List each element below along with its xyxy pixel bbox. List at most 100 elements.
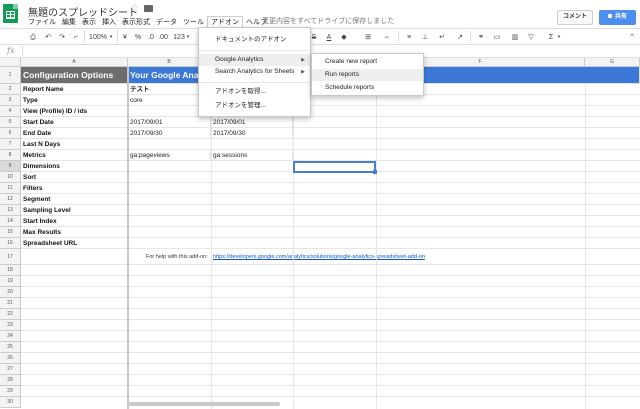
filter-icon[interactable]: ▽ xyxy=(526,32,536,43)
menu-insert[interactable]: 挿入 xyxy=(99,17,119,27)
menu-format[interactable]: 表示形式 xyxy=(119,17,153,27)
toolbar-divider xyxy=(117,31,118,43)
selected-cell-d9[interactable] xyxy=(293,161,377,174)
star-icon[interactable]: ☆ xyxy=(130,3,139,14)
undo-icon[interactable]: ↶ xyxy=(43,32,53,43)
paint-format-icon[interactable]: ⌐ xyxy=(71,32,81,43)
increase-decimal-button[interactable]: .00 xyxy=(157,32,169,43)
row-header[interactable]: 3 xyxy=(0,95,21,106)
comments-button[interactable]: コメント xyxy=(557,10,593,25)
row-header[interactable]: 9 xyxy=(0,161,21,172)
row-header[interactable]: 4 xyxy=(0,106,21,117)
column-header-a[interactable]: A xyxy=(21,58,128,67)
row-header[interactable]: 11 xyxy=(0,183,21,194)
sheets-logo-icon[interactable] xyxy=(3,4,18,23)
redo-icon[interactable]: ↷ xyxy=(57,32,67,43)
functions-icon[interactable]: Σ xyxy=(546,32,556,43)
row-header[interactable]: 29 xyxy=(0,386,21,397)
row-header[interactable]: 2 xyxy=(0,84,21,95)
menu-item-get-addons[interactable]: アドオンを取得... xyxy=(199,86,310,98)
borders-icon[interactable]: ⊞ xyxy=(363,32,373,43)
gridlines xyxy=(21,84,640,409)
row-header[interactable]: 19 xyxy=(0,276,21,287)
menu-item-search-analytics[interactable]: Search Analytics for Sheets ▶ xyxy=(199,66,310,78)
row-header[interactable]: 23 xyxy=(0,320,21,331)
row-header[interactable]: 26 xyxy=(0,353,21,364)
row-header[interactable]: 18 xyxy=(0,265,21,276)
decrease-decimal-button[interactable]: .0 xyxy=(146,32,156,43)
menu-item-manage-addons[interactable]: アドオンを管理... xyxy=(199,100,310,112)
row-header[interactable]: 16 xyxy=(0,238,21,249)
menu-item-schedule-reports[interactable]: Schedule reports xyxy=(312,82,423,94)
chevron-down-icon[interactable]: ▾ xyxy=(185,32,191,43)
text-wrap-icon[interactable]: ↵ xyxy=(437,32,447,43)
horizontal-scrollbar[interactable] xyxy=(127,402,280,406)
row-header[interactable]: 5 xyxy=(0,117,21,128)
menu-item-create-new-report[interactable]: Create new report xyxy=(312,56,423,68)
chevron-down-icon[interactable]: ▾ xyxy=(556,32,562,43)
merge-cells-icon[interactable]: ⇔ xyxy=(382,32,392,43)
insert-comment-icon[interactable]: ▭ xyxy=(492,32,502,43)
row-header[interactable]: 14 xyxy=(0,216,21,227)
row-header[interactable]: 28 xyxy=(0,375,21,386)
zoom-select[interactable]: 100% xyxy=(88,32,108,43)
percent-button[interactable]: % xyxy=(134,32,142,43)
menu-item-run-reports[interactable]: Run reports xyxy=(312,69,423,81)
menu-tools[interactable]: ツール xyxy=(180,17,207,27)
horizontal-align-icon[interactable]: ≡ xyxy=(404,32,414,43)
more-formats-button[interactable]: 123 xyxy=(172,32,186,43)
strikethrough-button[interactable]: S xyxy=(310,32,318,43)
row-header[interactable]: 17 xyxy=(0,249,21,265)
row-header[interactable]: 8 xyxy=(0,150,21,161)
row-header[interactable]: 21 xyxy=(0,298,21,309)
row-header[interactable]: 24 xyxy=(0,331,21,342)
insert-link-icon[interactable]: ⚭ xyxy=(476,32,486,43)
row-header[interactable]: 7 xyxy=(0,139,21,150)
menu-divider xyxy=(199,82,310,83)
row-header[interactable]: 22 xyxy=(0,309,21,320)
toolbar-divider xyxy=(84,31,85,43)
menu-item-document-addons[interactable]: ドキュメントのアドオン xyxy=(199,34,310,46)
row-header[interactable]: 10 xyxy=(0,172,21,183)
select-all-corner[interactable] xyxy=(0,58,21,67)
row-header[interactable]: 12 xyxy=(0,194,21,205)
row-header[interactable]: 6 xyxy=(0,128,21,139)
insert-chart-icon[interactable]: ▥ xyxy=(510,32,520,43)
row-header[interactable]: 13 xyxy=(0,205,21,216)
submenu-arrow-icon: ▶ xyxy=(301,69,305,75)
app-header: 無題のスプレッドシート ☆ ファイル 編集 表示 挿入 表示形式 データ ツール… xyxy=(0,0,640,28)
column-header-g[interactable]: G xyxy=(585,58,640,67)
row-header[interactable]: 27 xyxy=(0,364,21,375)
vertical-align-icon[interactable]: ⊥ xyxy=(420,32,430,43)
row-header[interactable]: 20 xyxy=(0,287,21,298)
menu-edit[interactable]: 編集 xyxy=(59,17,79,27)
toolbar-divider xyxy=(398,31,399,43)
menu-item-label: Search Analytics for Sheets xyxy=(215,68,295,75)
text-color-button[interactable]: A xyxy=(324,32,334,43)
menu-file[interactable]: ファイル xyxy=(25,17,59,27)
row-header[interactable]: 15 xyxy=(0,227,21,238)
row-header[interactable]: 1 xyxy=(0,67,21,84)
addons-menu: ドキュメントのアドオン Google Analytics ▶ Search An… xyxy=(198,27,311,117)
collapse-toolbar-icon[interactable]: ⌃ xyxy=(628,32,636,43)
menu-view[interactable]: 表示 xyxy=(79,17,99,27)
folder-icon[interactable] xyxy=(144,5,153,12)
google-analytics-submenu: Create new report Run reports Schedule r… xyxy=(311,53,424,96)
text-rotation-icon[interactable]: ↗ xyxy=(455,32,465,43)
frozen-column-divider[interactable] xyxy=(127,67,129,409)
menu-item-label: Google Analytics xyxy=(215,56,264,63)
sheet-grid[interactable]: A B C D F G 1 Configuration Options Your… xyxy=(0,58,640,409)
menu-addons[interactable]: アドオン xyxy=(207,15,243,28)
chevron-down-icon[interactable]: ▾ xyxy=(108,32,114,43)
config-options-banner[interactable]: Configuration Options xyxy=(21,67,128,84)
share-button[interactable]: 共有 xyxy=(599,10,636,25)
menu-bar: ファイル 編集 表示 挿入 表示形式 データ ツール アドオン ヘルプ xyxy=(25,15,270,28)
row-header[interactable]: 25 xyxy=(0,342,21,353)
save-status[interactable]: 変更内容をすべてドライブに保存しました xyxy=(262,16,394,26)
menu-data[interactable]: データ xyxy=(153,17,180,27)
row-header[interactable]: 30 xyxy=(0,397,21,408)
currency-button[interactable]: ¥ xyxy=(121,32,129,43)
fill-color-icon[interactable]: ◆ xyxy=(340,32,348,43)
menu-item-google-analytics[interactable]: Google Analytics ▶ xyxy=(199,54,310,66)
print-icon[interactable]: ⎙ xyxy=(28,32,38,43)
